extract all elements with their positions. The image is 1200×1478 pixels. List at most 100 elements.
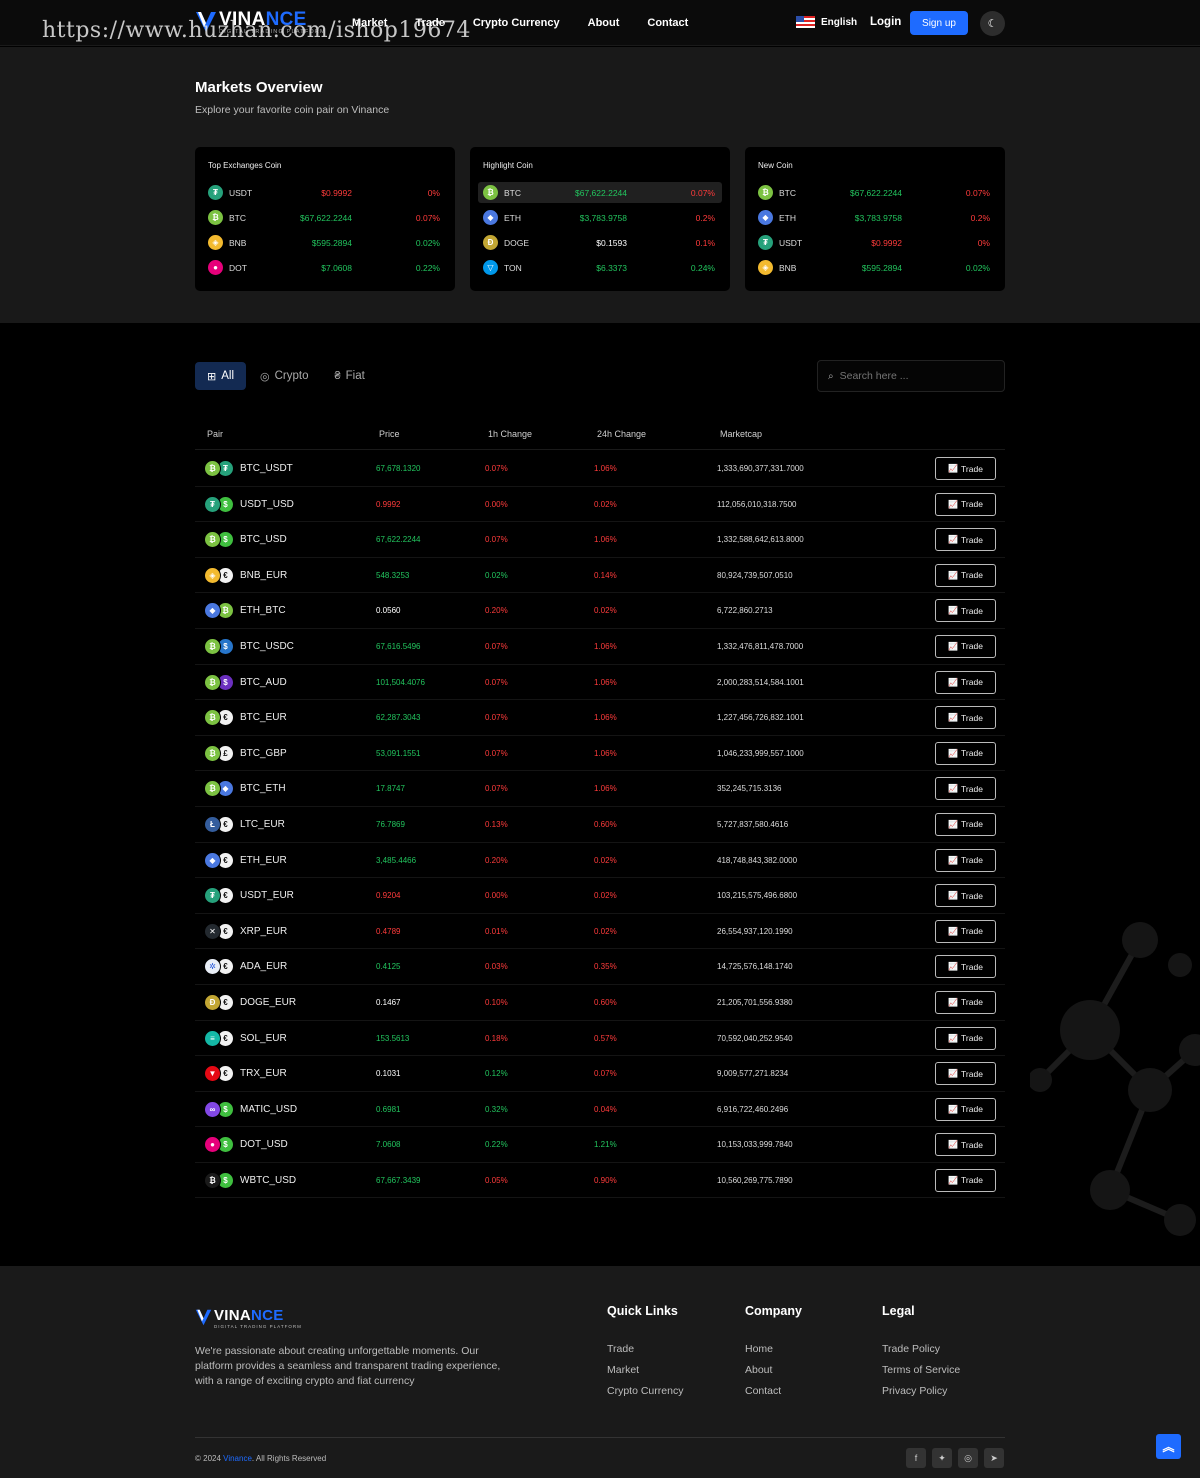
- pair-24h-change: 1.06%: [594, 464, 617, 473]
- coin-row[interactable]: ₿ BTC $67,622.2244 0.07%: [478, 182, 722, 203]
- footer-link-crypto-currency[interactable]: Crypto Currency: [607, 1384, 683, 1398]
- pair-name: BTC_AUD: [240, 676, 287, 688]
- pair-price: 0.4789: [376, 926, 401, 936]
- trade-button[interactable]: 📈 Trade: [935, 1026, 996, 1050]
- base-coin-icon: ◈: [204, 566, 221, 584]
- search-icon: ⌕: [828, 370, 834, 382]
- footer-link-home[interactable]: Home: [745, 1342, 802, 1356]
- coin-change: 0.07%: [415, 213, 440, 223]
- pair-24h-change: 1.06%: [594, 677, 617, 687]
- toncoin-icon: ▽: [483, 260, 498, 275]
- trade-button[interactable]: 📈 Trade: [935, 1168, 996, 1192]
- trade-button[interactable]: 📈 Trade: [935, 1133, 996, 1157]
- coin-row[interactable]: ₿ BTC $67,622.2244 0.07%: [753, 182, 997, 203]
- us-flag-icon: [796, 16, 815, 28]
- pair-icons: ₿ $: [204, 673, 236, 691]
- coin-row[interactable]: ◆ ETH $3,783.9758 0.2%: [478, 207, 722, 228]
- twitter-icon[interactable]: ✦: [932, 1448, 952, 1468]
- trade-button[interactable]: 📈 Trade: [935, 599, 996, 623]
- trade-button[interactable]: 📈 Trade: [935, 492, 996, 516]
- trade-button[interactable]: 📈 Trade: [935, 741, 996, 765]
- coin-price: $3,783.9758: [579, 213, 627, 223]
- base-coin-icon: ●: [204, 1136, 221, 1154]
- theme-toggle-icon: ☾: [987, 18, 998, 30]
- base-coin-icon: ₿: [204, 1171, 221, 1189]
- footer-link-market[interactable]: Market: [607, 1363, 683, 1377]
- chart-line-icon: 📈: [948, 641, 959, 651]
- coin-row[interactable]: ◈ BNB $595.2894 0.02%: [203, 232, 447, 253]
- pair-price: 53,091.1551: [376, 748, 421, 758]
- footer-link-trade[interactable]: Trade: [607, 1342, 683, 1356]
- coin-row[interactable]: ◆ ETH $3,783.9758 0.2%: [753, 207, 997, 228]
- pair-price: 0.9992: [376, 499, 401, 509]
- tab-crypto[interactable]: ◎ Crypto: [248, 362, 320, 390]
- base-coin-icon: ✲: [204, 958, 221, 976]
- coin-row[interactable]: ₿ BTC $67,622.2244 0.07%: [203, 207, 447, 228]
- trade-button[interactable]: 📈 Trade: [935, 634, 996, 658]
- trade-button[interactable]: 📈 Trade: [935, 457, 996, 480]
- footer-link-contact[interactable]: Contact: [745, 1384, 802, 1398]
- table-header: Pair Price 1h Change 24h Change Marketca…: [195, 426, 1005, 450]
- trade-button[interactable]: 📈 Trade: [935, 848, 996, 872]
- coin-row[interactable]: Ð DOGE $0.1593 0.1%: [478, 232, 722, 253]
- coin-symbol: BTC: [779, 188, 796, 198]
- pair-24h-change: 0.35%: [594, 962, 617, 972]
- footer-link-trade-policy[interactable]: Trade Policy: [882, 1342, 960, 1356]
- trade-button[interactable]: 📈 Trade: [935, 919, 996, 943]
- pair-icons: ₿ $: [204, 1171, 236, 1189]
- tab-all[interactable]: ⊞ All: [195, 362, 246, 390]
- trade-button[interactable]: 📈 Trade: [935, 563, 996, 587]
- base-coin-icon: ₿: [204, 673, 221, 691]
- nav-about[interactable]: About: [588, 17, 620, 29]
- pair-1h-change: 0.03%: [485, 962, 508, 972]
- theme-toggle-button[interactable]: ☾: [980, 11, 1005, 36]
- base-coin-icon: Ł: [204, 815, 221, 833]
- nav-market[interactable]: Market: [352, 17, 387, 29]
- trade-button[interactable]: 📈 Trade: [935, 884, 996, 908]
- nav-crypto-currency[interactable]: Crypto Currency: [473, 17, 560, 29]
- search-input[interactable]: [839, 370, 990, 382]
- trade-button[interactable]: 📈 Trade: [935, 955, 996, 979]
- pair-24h-change: 0.02%: [594, 606, 617, 616]
- trade-button[interactable]: 📈 Trade: [935, 1062, 996, 1086]
- footer-logo[interactable]: VINANCE DIGITAL TRADING PLATFORM: [195, 1308, 302, 1330]
- telegram-icon[interactable]: ➤: [984, 1448, 1004, 1468]
- pair-24h-change: 0.02%: [594, 499, 617, 509]
- pair-marketcap: 1,332,588,642,613.8000: [717, 535, 804, 545]
- pair-24h-change: 0.02%: [594, 891, 617, 901]
- instagram-icon[interactable]: ◎: [958, 1448, 978, 1468]
- nav-contact[interactable]: Contact: [647, 17, 688, 29]
- signup-button[interactable]: Sign up: [910, 11, 968, 35]
- footer-link-privacy[interactable]: Privacy Policy: [882, 1384, 960, 1398]
- chart-line-icon: 📈: [948, 677, 959, 687]
- facebook-icon[interactable]: f: [906, 1448, 926, 1468]
- coin-change: 0.07%: [690, 188, 715, 198]
- footer-link-about[interactable]: About: [745, 1363, 802, 1377]
- pair-price: 0.0560: [376, 606, 401, 616]
- tab-fiat[interactable]: ₴ Fiat: [322, 362, 376, 390]
- copyright-brand-link[interactable]: Vinance: [223, 1454, 252, 1463]
- base-coin-icon: ✕: [204, 922, 221, 940]
- login-link[interactable]: Login: [870, 16, 901, 28]
- trade-button[interactable]: 📈 Trade: [935, 528, 996, 552]
- trade-button[interactable]: 📈 Trade: [935, 706, 996, 730]
- coin-row[interactable]: ₮ USDT $0.9992 0%: [753, 232, 997, 253]
- coin-symbol: USDT: [779, 238, 803, 248]
- trade-button[interactable]: 📈 Trade: [935, 670, 996, 694]
- nav-trade[interactable]: Trade: [415, 17, 444, 29]
- coin-row[interactable]: ▽ TON $6.3373 0.24%: [478, 257, 722, 278]
- pair-name: BTC_USD: [240, 534, 287, 546]
- language-selector[interactable]: English: [796, 16, 857, 28]
- scroll-to-top-button[interactable]: ︽: [1156, 1434, 1181, 1459]
- trade-button[interactable]: 📈 Trade: [935, 812, 996, 836]
- trade-button[interactable]: 📈 Trade: [935, 1097, 996, 1121]
- trade-button[interactable]: 📈 Trade: [935, 777, 996, 801]
- coin-row[interactable]: ● DOT $7.0608 0.22%: [203, 257, 447, 278]
- pair-price: 67,678.1320: [376, 464, 421, 473]
- coin-row[interactable]: ₮ USDT $0.9992 0%: [203, 182, 447, 203]
- footer-link-terms[interactable]: Terms of Service: [882, 1363, 960, 1377]
- trade-button[interactable]: 📈 Trade: [935, 990, 996, 1014]
- coin-row[interactable]: ◈ BNB $595.2894 0.02%: [753, 257, 997, 278]
- brand-logo[interactable]: VINANCE DIGITAL TRADING PLATFORM: [195, 10, 326, 36]
- pair-24h-change: 1.06%: [594, 748, 617, 758]
